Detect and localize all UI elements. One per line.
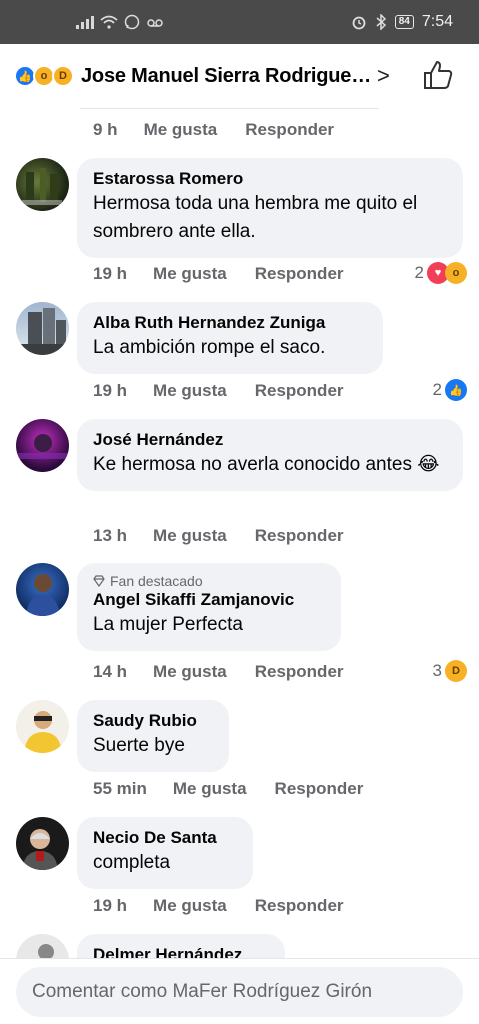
comment-author[interactable]: Necio De Santa <box>93 827 237 849</box>
like-button[interactable]: Me gusta <box>153 662 227 682</box>
comment-text: La mujer Perfecta <box>93 614 243 635</box>
like-button[interactable]: Me gusta <box>153 526 227 546</box>
comment-actions: 9 h Me gusta Responder <box>93 120 362 140</box>
like-button[interactable]: Me gusta <box>153 896 227 916</box>
avatar[interactable] <box>16 563 69 616</box>
battery-indicator: 84 <box>394 15 414 29</box>
reaction-summary[interactable]: 👍 o D <box>14 65 74 87</box>
comment-author[interactable]: Saudy Rubio <box>93 710 213 732</box>
signal-icon <box>76 15 94 29</box>
reaction-count-number: 3 <box>432 661 442 680</box>
comment-text: completa <box>93 852 171 873</box>
comment-actions: 14 h Me gusta Responder <box>93 662 372 682</box>
comment-actions: 19 h Me gusta Responder <box>93 381 372 401</box>
comment-author[interactable]: José Hernández <box>93 429 447 451</box>
status-bar: 84 7:54 <box>0 0 479 44</box>
reply-button[interactable]: Responder <box>255 381 344 401</box>
reply-button[interactable]: Responder <box>255 264 344 284</box>
wow-reaction-icon: o <box>445 262 467 284</box>
haha-reaction-icon: D <box>445 660 467 682</box>
fan-badge-label: Fan destacado <box>110 573 203 589</box>
reply-button[interactable]: Responder <box>255 526 344 546</box>
comment-bubble[interactable]: Estarossa Romero Hermosa toda una hembra… <box>77 158 463 258</box>
comment-age[interactable]: 55 min <box>93 779 147 799</box>
reactors-title[interactable]: Jose Manuel Sierra Rodrigue… <box>81 65 371 88</box>
bluetooth-icon <box>376 14 386 30</box>
avatar[interactable] <box>16 302 69 355</box>
comment-text: Suerte bye <box>93 735 185 756</box>
reaction-count-number: 2 <box>414 263 424 282</box>
chevron-right-icon[interactable]: > <box>377 63 390 89</box>
comment-input[interactable]: Comentar como MaFer Rodríguez Girón <box>16 967 463 1017</box>
comment-bubble[interactable]: Fan destacado Angel Sikaffi Zamjanovic L… <box>77 563 341 651</box>
post-header[interactable]: 👍 o D Jose Manuel Sierra Rodrigue… > <box>0 44 479 108</box>
reply-button[interactable]: Responder <box>275 779 364 799</box>
thumbs-up-icon[interactable] <box>421 58 455 92</box>
clock: 7:54 <box>421 13 453 30</box>
reaction-count[interactable]: 2 ♥ o <box>414 262 467 284</box>
comment-author[interactable]: Alba Ruth Hernandez Zuniga <box>93 312 367 334</box>
reaction-count[interactable]: 2 👍 <box>432 379 467 401</box>
comment-actions: 13 h Me gusta Responder <box>93 526 372 546</box>
comment-text: La ambición rompe el saco. <box>93 337 326 358</box>
comment-actions: 19 h Me gusta Responder <box>93 264 372 284</box>
comment-age[interactable]: 9 h <box>93 120 118 140</box>
haha-reaction-icon: D <box>52 65 74 87</box>
comment-text: Hermosa toda una hembra me quito el somb… <box>93 193 418 242</box>
comment-age[interactable]: 19 h <box>93 896 127 916</box>
avatar[interactable] <box>16 419 69 472</box>
status-left-icons <box>76 14 164 30</box>
header-divider <box>80 108 379 109</box>
comment-author[interactable]: Estarossa Romero <box>93 168 447 190</box>
voicemail-icon <box>147 19 163 27</box>
status-right-icons: 84 7:54 <box>351 13 453 31</box>
alarm-icon <box>352 16 366 30</box>
like-button[interactable]: Me gusta <box>153 381 227 401</box>
avatar[interactable] <box>16 158 69 211</box>
comment-bubble[interactable]: Alba Ruth Hernandez Zuniga La ambición r… <box>77 302 383 374</box>
comment-age[interactable]: 13 h <box>93 526 127 546</box>
diamond-icon <box>93 575 105 587</box>
whatsapp-icon <box>124 14 140 30</box>
reply-button[interactable]: Responder <box>255 662 344 682</box>
comment-bubble[interactable]: Necio De Santa completa <box>77 817 253 889</box>
like-button[interactable]: Me gusta <box>153 264 227 284</box>
like-button[interactable]: Me gusta <box>144 120 218 140</box>
avatar[interactable] <box>16 817 69 870</box>
comment-bubble[interactable]: José Hernández Ke hermosa no averla cono… <box>77 419 463 491</box>
wifi-icon <box>100 15 118 29</box>
fan-badge: Fan destacado <box>93 573 325 589</box>
comment-author[interactable]: Angel Sikaffi Zamjanovic <box>93 589 325 611</box>
avatar[interactable] <box>16 700 69 753</box>
comment-bubble[interactable]: Saudy Rubio Suerte bye <box>77 700 229 772</box>
like-button[interactable]: Me gusta <box>173 779 247 799</box>
comment-actions: 55 min Me gusta Responder <box>93 779 391 799</box>
comment-composer: Comentar como MaFer Rodríguez Girón <box>0 958 479 1024</box>
like-reaction-icon: 👍 <box>445 379 467 401</box>
comment-text: Ke hermosa no averla conocido antes 😂 <box>93 454 440 475</box>
reply-button[interactable]: Responder <box>255 896 344 916</box>
comment-age[interactable]: 19 h <box>93 264 127 284</box>
reaction-count-number: 2 <box>432 380 442 399</box>
comment-age[interactable]: 14 h <box>93 662 127 682</box>
comment-actions: 19 h Me gusta Responder <box>93 896 372 916</box>
reaction-count[interactable]: 3 D <box>432 660 467 682</box>
reply-button[interactable]: Responder <box>245 120 334 140</box>
comment-age[interactable]: 19 h <box>93 381 127 401</box>
